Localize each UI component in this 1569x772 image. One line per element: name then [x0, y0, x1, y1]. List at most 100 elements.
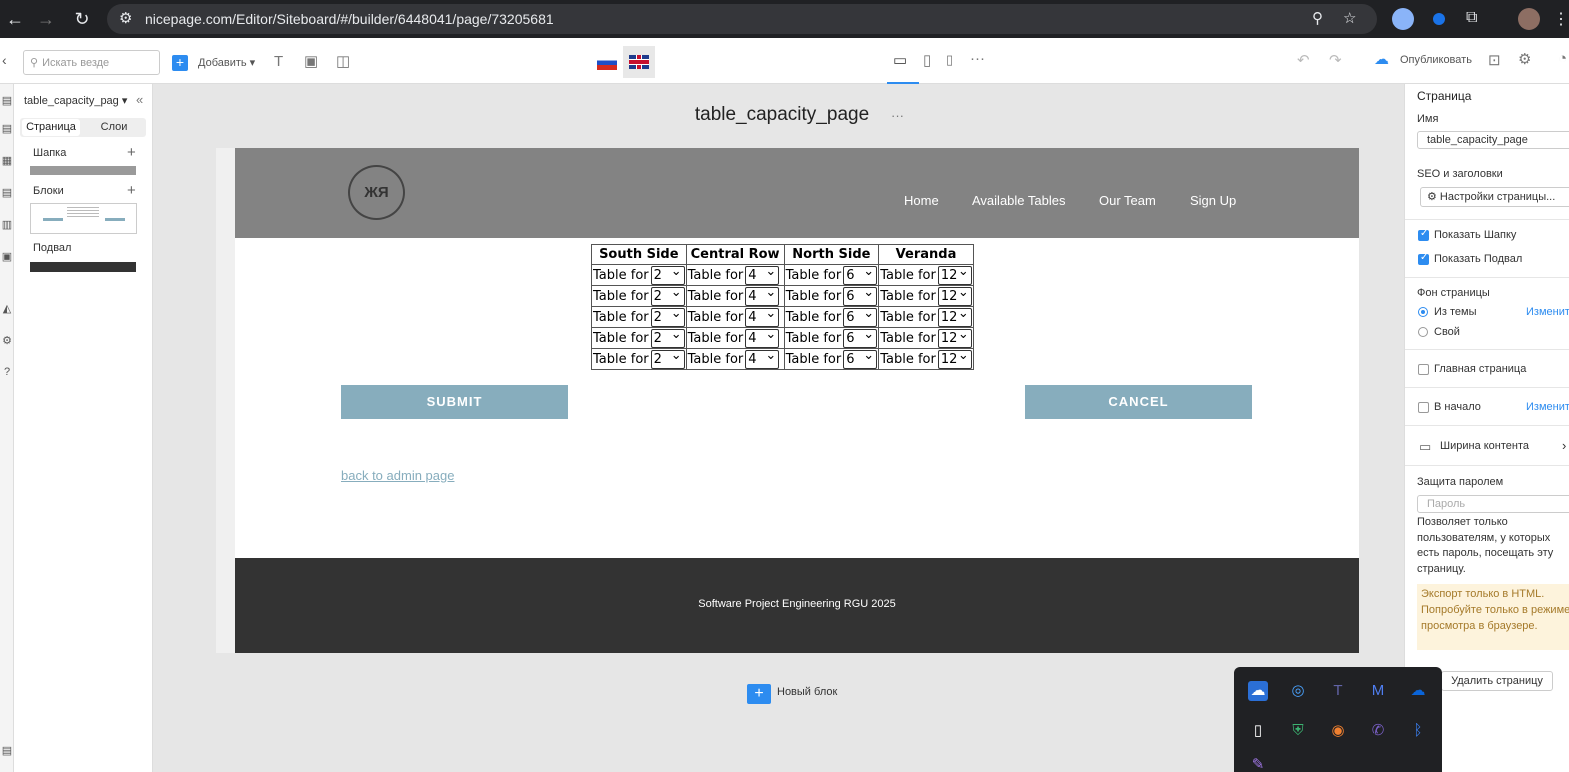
header-thumbnail[interactable]	[30, 166, 136, 175]
capacity-select[interactable]: 4	[745, 305, 780, 327]
help-icon[interactable]: ?	[0, 366, 14, 378]
elements-icon[interactable]: ▦	[0, 154, 14, 167]
bg-theme-radio[interactable]	[1418, 307, 1428, 317]
capacity-select[interactable]: 2	[650, 347, 685, 369]
preview-icon[interactable]: ⊡	[1488, 51, 1501, 69]
footer-thumbnail[interactable]	[30, 262, 136, 272]
feather-app-icon[interactable]: ✎	[1248, 755, 1268, 772]
chevron-right-icon[interactable]: ›	[1562, 438, 1566, 453]
site-settings-icon[interactable]: ⚙	[0, 334, 14, 347]
tab-layers[interactable]: Слои	[86, 119, 142, 136]
grid-tool-icon[interactable]: ◫	[336, 52, 350, 70]
add-plus-icon[interactable]: +	[172, 55, 188, 71]
add-button[interactable]: Добавить ▾	[198, 56, 255, 69]
bookmark-star-icon[interactable]: ☆	[1343, 9, 1356, 27]
capacity-select[interactable]: 6	[843, 305, 878, 327]
theme-icon[interactable]: ◭	[0, 302, 14, 315]
page-title[interactable]: table_capacity_page	[640, 104, 924, 126]
bluetooth-icon[interactable]: ᛒ	[1408, 721, 1428, 741]
cloud-backup-icon[interactable]: ☁	[1248, 681, 1268, 701]
pages-icon[interactable]: ▤	[0, 94, 14, 107]
reload-icon[interactable]: ↻	[67, 0, 97, 38]
security-shield-icon[interactable]: ⛨	[1288, 721, 1308, 741]
capacity-select[interactable]: 2	[650, 326, 685, 348]
russian-flag-icon[interactable]	[597, 56, 617, 70]
capacity-select[interactable]: 2	[650, 284, 685, 306]
nav-home[interactable]: Home	[904, 193, 939, 208]
redo-icon[interactable]: ↷	[1329, 51, 1342, 69]
nav-sign-up[interactable]: Sign Up	[1190, 193, 1236, 208]
tablet-view-icon[interactable]: ▯	[923, 51, 931, 69]
password-input[interactable]: Пароль	[1417, 495, 1569, 513]
capacity-select[interactable]: 12	[937, 347, 972, 369]
profile-avatar[interactable]	[1518, 8, 1540, 30]
content-width-label[interactable]: Ширина контента	[1440, 440, 1529, 452]
desktop-view-icon[interactable]: ▭	[893, 51, 907, 69]
capacity-select[interactable]: 4	[745, 347, 780, 369]
home-page-checkbox[interactable]	[1418, 364, 1429, 375]
browser-menu-icon[interactable]: ⋮	[1553, 9, 1569, 29]
site-settings-icon[interactable]: ⚙	[119, 9, 132, 27]
more-views-icon[interactable]: ···	[970, 50, 985, 67]
show-header-checkbox[interactable]	[1418, 228, 1429, 241]
capacity-select[interactable]: 4	[745, 284, 780, 306]
page-name-input[interactable]: table_capacity_page	[1417, 131, 1569, 149]
delete-page-button[interactable]: Удалить страницу	[1441, 671, 1553, 691]
usb-drive-icon[interactable]: ▯	[1248, 721, 1268, 741]
text-tool-icon[interactable]: T	[274, 53, 283, 70]
layouts-icon[interactable]: ▥	[0, 218, 14, 231]
nav-available-tables[interactable]: Available Tables	[972, 193, 1065, 208]
back-arrow-icon[interactable]: ←	[0, 0, 30, 38]
cancel-button[interactable]: CANCEL	[1025, 385, 1252, 419]
page-settings-button[interactable]: ⚙ Настройки страницы...	[1420, 187, 1569, 207]
capacity-select[interactable]: 12	[937, 263, 972, 285]
phone-view-icon[interactable]: ▯	[946, 52, 953, 68]
extensions-puzzle-icon[interactable]: ⧉	[1466, 9, 1477, 27]
tab-page[interactable]: Страница	[22, 119, 80, 136]
bottom-list-icon[interactable]: ▤	[0, 744, 14, 757]
app-orange-icon[interactable]: ◉	[1328, 721, 1348, 741]
english-flag-icon[interactable]	[629, 55, 649, 69]
malwarebytes-icon[interactable]: M	[1368, 681, 1388, 701]
add-header-plus-icon[interactable]: +	[127, 144, 136, 161]
user-icon[interactable]: ◔	[1558, 50, 1567, 67]
address-bar[interactable]: ⚙ nicepage.com/Editor/Siteboard/#/builde…	[107, 4, 1377, 34]
onedrive-icon[interactable]: ☁	[1408, 681, 1428, 701]
publish-cloud-icon[interactable]: ☁	[1374, 50, 1389, 68]
new-block-plus-icon[interactable]: +	[747, 684, 771, 704]
change-start-link[interactable]: Изменить	[1526, 401, 1569, 413]
publish-button[interactable]: Опубликовать	[1400, 54, 1472, 66]
page-select[interactable]: table_capacity_pag ▾	[24, 94, 127, 107]
show-footer-checkbox[interactable]	[1418, 252, 1429, 265]
submit-button[interactable]: SUBMIT	[341, 385, 568, 419]
undo-icon[interactable]: ↶	[1297, 51, 1310, 69]
capacity-select[interactable]: 12	[937, 284, 972, 306]
settings-gear-icon[interactable]: ⚙	[1518, 50, 1531, 68]
nav-our-team[interactable]: Our Team	[1099, 193, 1156, 208]
bg-custom-radio[interactable]	[1418, 327, 1428, 337]
at-start-checkbox[interactable]	[1418, 402, 1429, 413]
image-tool-icon[interactable]: ▣	[304, 52, 318, 70]
blocks-icon[interactable]: ▤	[0, 122, 14, 135]
add-block-plus-icon[interactable]: +	[127, 182, 136, 199]
viber-icon[interactable]: ✆	[1368, 721, 1388, 741]
capacity-select[interactable]: 12	[937, 305, 972, 327]
translate-extension-icon[interactable]	[1392, 8, 1414, 30]
teams-icon[interactable]: T	[1328, 681, 1348, 701]
back-to-admin-link[interactable]: back to admin page	[341, 468, 454, 483]
search-input[interactable]: ⚲ Искать везде	[23, 50, 160, 75]
capacity-select[interactable]: 2	[650, 263, 685, 285]
capacity-select[interactable]: 4	[745, 326, 780, 348]
block-thumbnail[interactable]	[30, 203, 137, 234]
page-title-menu-icon[interactable]: ···	[891, 108, 904, 123]
capacity-select[interactable]: 6	[843, 284, 878, 306]
collapse-panel-icon[interactable]: «	[136, 92, 143, 107]
capacity-select[interactable]: 6	[843, 347, 878, 369]
forward-arrow-icon[interactable]: →	[31, 0, 61, 38]
capacity-select[interactable]: 6	[843, 326, 878, 348]
zoom-icon[interactable]: ⚲	[1312, 9, 1323, 27]
extension-dot-icon[interactable]	[1433, 13, 1445, 25]
images-icon[interactable]: ▣	[0, 250, 14, 263]
capacity-select[interactable]: 4	[745, 263, 780, 285]
capacity-select[interactable]: 12	[937, 326, 972, 348]
